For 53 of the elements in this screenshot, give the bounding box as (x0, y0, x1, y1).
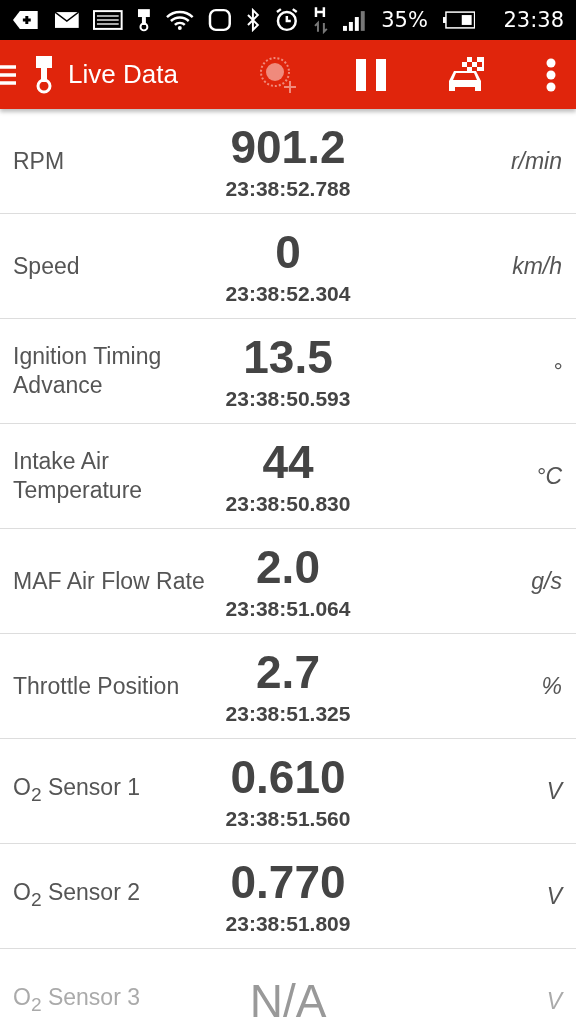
parameter-value: N/A (249, 975, 327, 1024)
unit-label: % (541, 672, 563, 700)
parameter-value: 2.0 (256, 541, 320, 593)
unit-label: km/h (512, 252, 563, 280)
parameter-name: Speed (12, 251, 81, 281)
wifi-icon (164, 9, 195, 31)
unit-label: r/min (510, 147, 563, 175)
parameter-value: 44 (262, 436, 314, 488)
piston-icon (137, 8, 151, 32)
parameter-name: O$_{2}$ Sensor 3 (12, 983, 141, 1017)
parameter-name: Throttle Position (12, 671, 181, 701)
image-icon (93, 10, 123, 30)
timestamp: 23:38:50.593 (225, 387, 351, 411)
parameter-value: 2.7 (256, 646, 320, 698)
unit-label: V (546, 882, 565, 910)
parameter-value: 0.770 (230, 856, 346, 908)
battery-icon (441, 11, 476, 29)
timestamp: 23:38:52.304 (225, 282, 351, 306)
bluetooth-icon (246, 8, 260, 32)
notification-icon (12, 9, 40, 31)
parameter-name: Intake Air Temperature (12, 447, 144, 505)
watch-icon (208, 8, 233, 32)
pause-icon[interactable] (356, 58, 386, 91)
parameter-value: 13.5 (243, 331, 333, 383)
parameter-name: O$_{2}$ Sensor 1 (12, 773, 141, 807)
parameter-name: Ignition Timing Advance (12, 342, 163, 400)
signal-icon (341, 9, 368, 31)
parameter-value: 0.610 (230, 751, 346, 803)
piston-icon (34, 54, 54, 95)
more-options-icon[interactable] (546, 57, 556, 92)
unit-label: ° (552, 357, 563, 385)
timestamp: 23:38:51.809 (225, 912, 351, 936)
unit-label: V (546, 987, 565, 1015)
timestamp: 23:38:51.325 (225, 702, 351, 726)
unit-label: g/s (531, 567, 563, 595)
mail-icon (53, 10, 80, 30)
timestamp: 23:38:52.788 (225, 177, 351, 201)
menu-icon[interactable] (0, 63, 16, 86)
parameter-name: O$_{2}$ Sensor 2 (12, 878, 141, 912)
battery-percent: 35% (381, 8, 428, 32)
alarm-icon (274, 7, 300, 33)
clock-time: 23:38 (503, 8, 564, 32)
data-icon (313, 6, 328, 34)
parameter-name: MAF Air Flow Rate (12, 566, 206, 596)
parameter-value: 901.2 (230, 121, 346, 173)
timestamp: 23:38:51.064 (225, 597, 351, 621)
screen-title: Live Data (68, 59, 178, 90)
unit-label: °C (536, 462, 563, 490)
timestamp: 23:38:50.830 (225, 492, 351, 516)
unit-label: V (546, 777, 565, 805)
timestamp: 23:38:51.560 (225, 807, 351, 831)
parameter-value: 0 (275, 226, 301, 278)
parameter-name: RPM (12, 146, 66, 176)
